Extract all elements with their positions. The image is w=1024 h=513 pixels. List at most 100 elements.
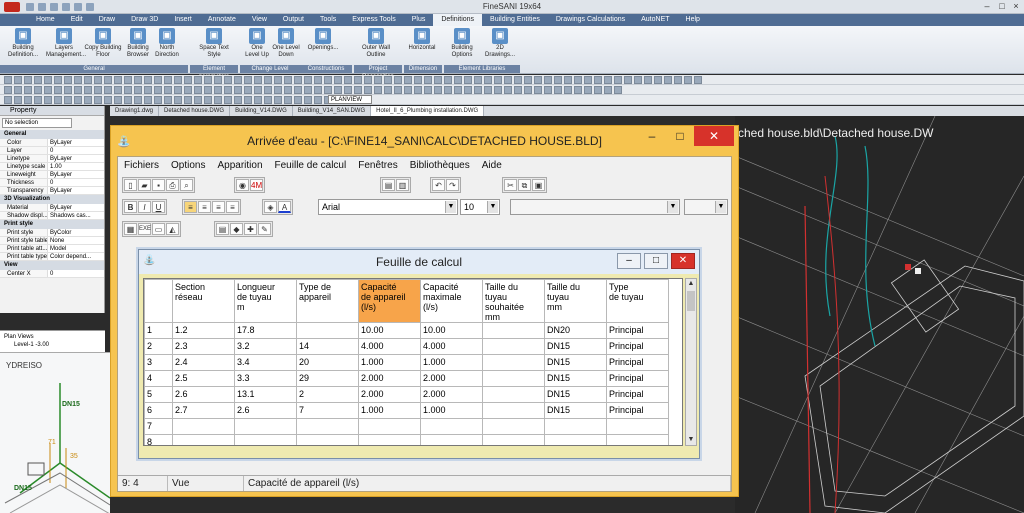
toolbar-icon[interactable] [564,76,572,84]
toolbar-icon[interactable] [254,96,262,104]
document-tab[interactable]: Detached house.DWG [159,106,231,116]
toolbar-icon[interactable] [164,96,172,104]
table-cell[interactable] [544,434,607,445]
left-viewport[interactable]: YDREISO DN15 DN15 71 35 [0,352,110,513]
table-cell[interactable] [482,402,545,419]
table-cell[interactable]: DN20 [544,322,607,339]
exe-icon[interactable]: EXE [138,223,151,235]
table-cell[interactable] [234,418,297,435]
column-header[interactable]: Type de tuyau [606,279,669,323]
toolbar-icon[interactable] [534,86,542,94]
toolbar-icon[interactable] [284,96,292,104]
calculation-grid[interactable]: Section réseau Longueur de tuyau m Type de… [143,278,683,446]
toolbar-icon[interactable] [494,76,502,84]
bold-button[interactable]: B [124,201,137,213]
window-titlebar[interactable]: ⛲ Arrivée d'eau - [C:\FINE14_SANI\CALC\D… [111,126,738,158]
toolbar-icon[interactable] [154,86,162,94]
toolbar-icon[interactable] [354,76,362,84]
table-cell[interactable]: 3.4 [234,354,297,371]
globe-icon[interactable]: ◉ [236,179,249,191]
toolbar-icon[interactable] [74,76,82,84]
toolbar-icon[interactable] [64,86,72,94]
toolbar-icon[interactable] [304,86,312,94]
redo-icon[interactable]: ↷ [446,179,459,191]
toolbar-icon[interactable] [264,96,272,104]
table-cell[interactable] [172,418,235,435]
toolbar-icon[interactable] [24,96,32,104]
toolbar-icon[interactable] [284,86,292,94]
document-tab[interactable]: Drawing1.dwg [110,106,160,116]
toolbar-icon[interactable] [624,76,632,84]
ribbon-button[interactable]: ▣ Building Browser [124,28,152,64]
ribbon-button[interactable]: ▣ Building Options [444,28,480,64]
property-value[interactable]: ByLayer [48,171,104,178]
property-value[interactable]: Color depend... [48,253,104,260]
table-cell[interactable] [482,386,545,403]
toolbar-icon[interactable] [584,86,592,94]
toolbar-icon[interactable] [404,86,412,94]
toolbar-icon[interactable] [174,86,182,94]
toolbar-icon[interactable] [24,86,32,94]
toolbar-icon[interactable] [554,86,562,94]
ribbon-button[interactable]: ▣ Copy Building Floor [84,28,122,64]
ribbon-button[interactable]: ▣ Layers Management... [46,28,86,64]
table-cell[interactable] [296,418,359,435]
table-cell[interactable] [482,434,545,445]
property-value[interactable]: Shadows cas... [48,212,104,219]
toolbar-icon[interactable] [164,86,172,94]
toolbar-icon[interactable] [394,86,402,94]
table-cell[interactable]: 2.6 [172,386,235,403]
toolbar-icon[interactable] [564,86,572,94]
toolbar-icon[interactable] [34,96,42,104]
toolbar-icon[interactable] [434,76,442,84]
table-cell[interactable]: 4.000 [358,338,421,355]
tree-root[interactable]: Plan Views [4,333,101,341]
property-row[interactable]: Thickness 0 [0,179,104,187]
toolbar-icon[interactable] [574,86,582,94]
toolbar-icon[interactable] [594,76,602,84]
maximize-icon[interactable]: □ [666,126,694,146]
view-combo[interactable]: PLANVIEW [328,95,372,104]
copy-icon[interactable]: ⧉ [518,179,531,191]
menu-item[interactable]: Fichiers [118,157,165,175]
table-cell[interactable]: DN15 [544,354,607,371]
column-header[interactable]: Capacité de appareil (l/s) [358,279,421,323]
toolbar-icon[interactable] [384,76,392,84]
toolbar-icon[interactable] [604,76,612,84]
property-row[interactable]: Material ByLayer [0,204,104,212]
row-number[interactable]: 2 [144,338,173,355]
property-value[interactable]: ByLayer [48,187,104,194]
table-cell[interactable] [544,418,607,435]
toolbar-icon[interactable] [464,76,472,84]
toolbar-icon[interactable] [414,76,422,84]
property-value[interactable]: None [48,237,104,244]
toolbar-icon[interactable] [544,86,552,94]
chevron-down-icon[interactable]: ▼ [667,201,678,213]
column-header[interactable]: Taille du tuyau mm [544,279,607,323]
table-cell[interactable]: 1.000 [358,402,421,419]
document-tab[interactable]: Hotel_II_6_Plumbing installation.DWG [371,106,485,116]
toolbar-icon[interactable] [84,76,92,84]
toolbar-icon[interactable] [124,96,132,104]
table-cell[interactable]: 2.7 [172,402,235,419]
toolbar-icon[interactable] [284,76,292,84]
toolbar-icon[interactable] [134,76,142,84]
table-cell[interactable] [296,322,359,339]
table-cell[interactable]: 2.4 [172,354,235,371]
table-cell[interactable]: 10.00 [420,322,483,339]
toolbar-icon[interactable] [194,96,202,104]
table-cell[interactable]: 20 [296,354,359,371]
toolbar-icon[interactable] [64,96,72,104]
toolbar-icon[interactable] [694,76,702,84]
toolbar-icon[interactable] [504,86,512,94]
minimize-icon[interactable]: – [617,253,641,269]
scroll-thumb[interactable] [687,291,695,311]
grid-icon[interactable]: ▦ [124,223,137,235]
toolbar-icon[interactable] [134,96,142,104]
toolbar-icon[interactable] [274,76,282,84]
tab-drawings-calculations[interactable]: Drawings Calculations [548,14,633,26]
table-cell[interactable] [482,322,545,339]
toolbar-icon[interactable] [514,86,522,94]
select-icon[interactable]: ✚ [244,223,257,235]
toolbar-icon[interactable] [224,86,232,94]
